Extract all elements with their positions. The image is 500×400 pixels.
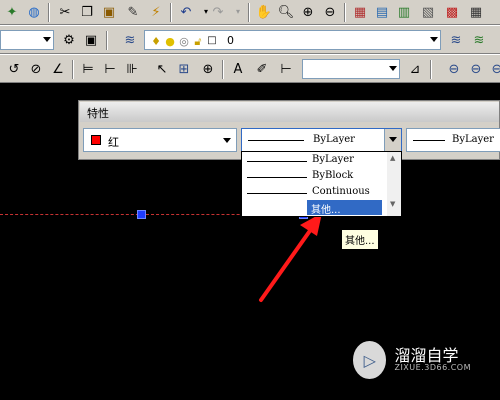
color-swatch xyxy=(91,135,101,145)
color-control[interactable]: 红 xyxy=(83,128,237,152)
separator xyxy=(72,60,74,79)
panel-title: 特性 xyxy=(80,102,499,122)
chevron-down-icon xyxy=(430,37,438,42)
leader-icon[interactable]: ↖ xyxy=(152,59,172,79)
dim-ordinate-icon[interactable]: ⊪ xyxy=(122,59,142,79)
separator xyxy=(248,3,250,22)
layer-combo[interactable]: ♦ ● ◎ 🔓︎ □ 0 xyxy=(144,30,441,50)
paste-icon[interactable]: ▣ xyxy=(99,2,119,22)
dim-continue-icon[interactable]: ⊢ xyxy=(100,59,120,79)
chevron-down-icon xyxy=(389,66,397,71)
web-icon[interactable]: ◍ xyxy=(24,2,44,22)
dim-angle-icon[interactable]: ∠ xyxy=(48,59,68,79)
chevron-down-icon xyxy=(223,138,231,143)
tool-palettes-icon[interactable]: ▥ xyxy=(394,2,414,22)
dim-style-combo[interactable] xyxy=(302,59,400,79)
publish-icon[interactable]: ✦ xyxy=(2,2,22,22)
list-item-byblock[interactable]: ByBlock xyxy=(242,169,387,184)
zoom-previous-icon[interactable]: ⊖ xyxy=(320,2,340,22)
lineweight-value: ByLayer xyxy=(452,134,494,145)
redo-icon[interactable]: ↷ xyxy=(208,2,228,22)
layer-state-icon[interactable]: ▣ xyxy=(81,30,101,50)
separator xyxy=(222,60,224,79)
lineweight-sample xyxy=(413,140,445,141)
properties-icon[interactable]: ▦ xyxy=(350,2,370,22)
view-icon[interactable]: ⊖ xyxy=(487,59,500,79)
linetype-dropdown-list: ByLayer ByBlock Continuous 其他... ▲ ▼ xyxy=(241,151,402,217)
scroll-down-icon[interactable]: ▼ xyxy=(390,200,395,208)
list-item-label: ByLayer xyxy=(312,154,354,165)
zoom-realtime-icon[interactable]: 🔍︎ xyxy=(276,2,296,22)
list-item-other[interactable]: 其他... xyxy=(307,200,382,216)
watermark-subtitle: ZIXUE.3D66.COM xyxy=(394,363,471,373)
dim-radius-icon[interactable]: ⊘ xyxy=(26,59,46,79)
color-box-icon: □ xyxy=(207,35,217,46)
layer-name: 0 xyxy=(227,34,234,47)
block-editor-icon[interactable]: ⚡ xyxy=(146,2,166,22)
copy-icon[interactable]: ❐ xyxy=(77,2,97,22)
dim-linear-icon[interactable]: ↺ xyxy=(4,59,24,79)
dim-baseline-icon[interactable]: ⊨ xyxy=(78,59,98,79)
calculator-icon[interactable]: ▦ xyxy=(466,2,486,22)
separator xyxy=(48,3,50,22)
list-item-bylayer[interactable]: ByLayer xyxy=(242,153,387,168)
linetype-dropdown-button[interactable] xyxy=(384,129,401,151)
dim-edit-icon[interactable]: ✐ xyxy=(252,59,272,79)
dim-update-icon[interactable]: ⊿ xyxy=(405,59,425,79)
undo-icon[interactable]: ↶ xyxy=(176,2,196,22)
list-item-label: 其他... xyxy=(311,205,341,216)
watermark-title: 溜溜自学 xyxy=(394,345,459,365)
orbit-icon[interactable]: ⊖ xyxy=(466,59,486,79)
linetype-control[interactable]: ByLayer xyxy=(241,128,402,152)
linetype-sample xyxy=(247,177,307,178)
separator xyxy=(106,31,108,50)
layer-prev-icon[interactable]: ≋ xyxy=(469,30,489,50)
layer-manager-icon[interactable]: ≋ xyxy=(120,30,140,50)
list-item-label: ByBlock xyxy=(312,170,354,181)
cut-icon[interactable]: ✂ xyxy=(55,2,75,22)
redo-dropdown-icon[interactable]: ▾ xyxy=(228,2,248,22)
ucs-icon[interactable]: ⊖ xyxy=(444,59,464,79)
scroll-up-icon[interactable]: ▲ xyxy=(390,154,395,162)
separator xyxy=(344,3,346,22)
linetype-sample xyxy=(248,140,304,141)
center-mark-icon[interactable]: ⊕ xyxy=(198,59,218,79)
watermark-text: 溜溜自学 ZIXUE.3D66.COM xyxy=(394,345,471,373)
layers-toolbar: ⚙ ▣ ≋ ♦ ● ◎ 🔓︎ □ 0 ≋ ≋ xyxy=(0,25,500,54)
list-item-continuous[interactable]: Continuous xyxy=(242,185,387,200)
linetype-sample xyxy=(247,193,307,194)
design-center-icon[interactable]: ▤ xyxy=(372,2,392,22)
tolerance-icon[interactable]: ⊞ xyxy=(174,59,194,79)
dim-style-icon[interactable]: ⊢ xyxy=(276,59,296,79)
standard-toolbar: ✦ ◍ ✂ ❐ ▣ ✎ ⚡ ↶ ▾ ↷ ▾ ✋ 🔍︎ ⊕ ⊖ ▦ ▤ ▥ ▧ ▩… xyxy=(0,0,500,25)
text-style-icon[interactable]: A xyxy=(228,59,248,79)
chevron-down-icon xyxy=(43,37,51,42)
linetype-value: ByLayer xyxy=(313,134,355,145)
lineweight-control[interactable]: ByLayer xyxy=(406,128,500,152)
chevron-down-icon xyxy=(389,137,397,142)
match-properties-icon[interactable]: ✎ xyxy=(123,2,143,22)
separator xyxy=(170,3,172,22)
list-item-label: Continuous xyxy=(312,186,370,197)
dropdown-scrollbar[interactable]: ▲ ▼ xyxy=(387,152,401,216)
pan-icon[interactable]: ✋ xyxy=(254,2,274,22)
workspace-combo[interactable] xyxy=(0,30,54,50)
linetype-sample xyxy=(247,161,307,162)
zoom-window-icon[interactable]: ⊕ xyxy=(298,2,318,22)
markup-icon[interactable]: ▩ xyxy=(442,2,462,22)
play-icon: ▷ xyxy=(353,341,387,379)
color-value: 红 xyxy=(108,136,119,149)
watermark-logo: ▷ 溜溜自学 ZIXUE.3D66.COM xyxy=(353,335,471,385)
gear-icon[interactable]: ⚙ xyxy=(59,30,79,50)
dimension-toolbar: ↺ ⊘ ∠ ⊨ ⊢ ⊪ ↖ ⊞ ⊕ A ✐ ⊢ ⊿ ⊖ ⊖ ⊖ xyxy=(0,54,500,83)
separator xyxy=(430,60,432,79)
tooltip: 其他... xyxy=(341,229,379,250)
make-current-icon[interactable]: ≋ xyxy=(446,30,466,50)
sheet-set-icon[interactable]: ▧ xyxy=(418,2,438,22)
